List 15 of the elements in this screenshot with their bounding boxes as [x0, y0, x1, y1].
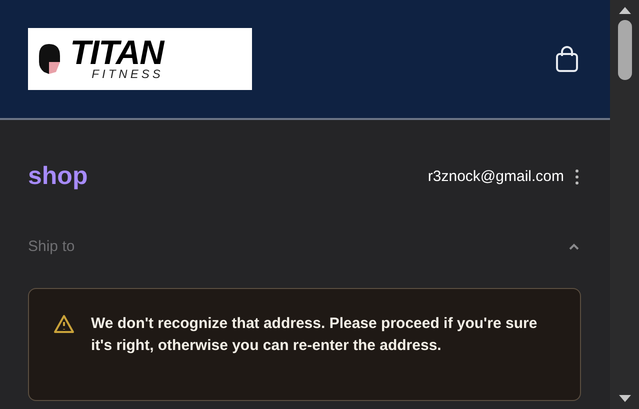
shop-brand: shop [28, 161, 88, 192]
more-icon[interactable] [574, 168, 580, 185]
scroll-up-icon[interactable] [618, 6, 632, 14]
scroll-thumb[interactable] [618, 20, 632, 80]
shopping-bag-icon[interactable] [554, 45, 580, 73]
caret-icon[interactable] [568, 242, 580, 251]
logo-title: TITAN [70, 38, 164, 68]
account-email: r3znock@gmail.com [428, 166, 564, 186]
alert-message: We don't recognize that address. Please proceed if you're sure it's right, otherwise you can re-enter the address. [91, 314, 538, 356]
warning-icon [53, 314, 75, 334]
helmet-icon [36, 42, 62, 76]
logo-subtitle: FITNESS [92, 68, 164, 80]
scrollbar[interactable] [610, 0, 639, 409]
logo[interactable]: TITAN FITNESS [28, 28, 252, 90]
scroll-down-icon[interactable] [618, 395, 632, 403]
